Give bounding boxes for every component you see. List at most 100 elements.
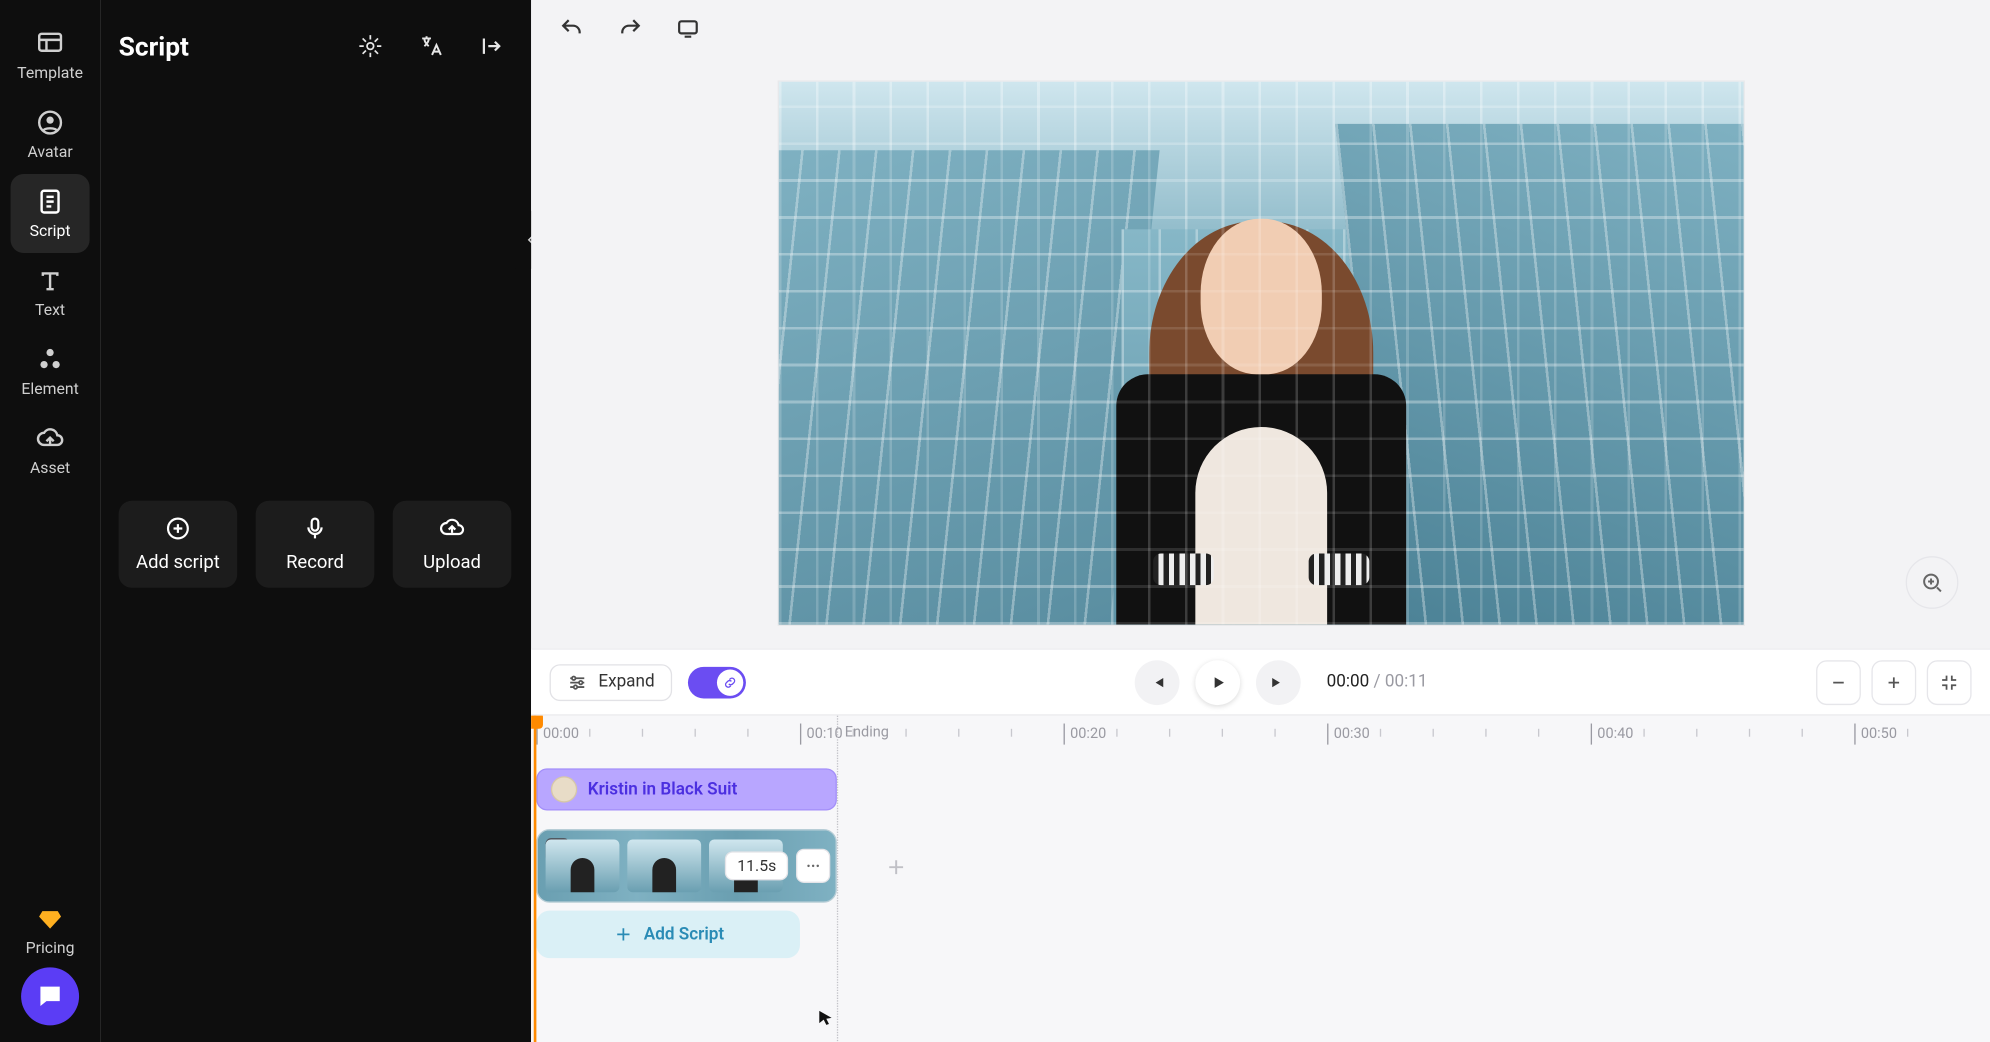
timeline-lanes: Kristin in Black Suit 1 11.5s bbox=[531, 768, 1990, 1042]
preview-canvas[interactable] bbox=[778, 82, 1743, 625]
skip-back-icon bbox=[1147, 673, 1165, 691]
collapse-right-icon bbox=[478, 33, 504, 59]
rail-item-template[interactable]: Template bbox=[11, 16, 90, 95]
redo-button[interactable] bbox=[608, 7, 653, 52]
action-label: Upload bbox=[423, 552, 481, 573]
rail-label: Asset bbox=[30, 459, 70, 477]
main-area: Expand 00:00 / 00:1 bbox=[531, 0, 1990, 1042]
avatar-figure bbox=[1089, 150, 1432, 624]
ruler-subtick bbox=[1274, 729, 1275, 737]
expand-label: Expand bbox=[598, 672, 654, 692]
zoom-out-button[interactable] bbox=[1816, 660, 1861, 705]
ruler-subtick bbox=[1538, 729, 1539, 737]
text-icon bbox=[36, 266, 65, 295]
link-toggle[interactable] bbox=[688, 666, 746, 698]
skip-forward-icon bbox=[1269, 673, 1287, 691]
redo-icon bbox=[617, 16, 643, 42]
ruler-tick: 00:20 bbox=[1064, 724, 1107, 745]
mic-icon bbox=[302, 515, 328, 541]
add-script-label: Add Script bbox=[644, 925, 724, 945]
ruler-subtick bbox=[1116, 729, 1117, 737]
rail-item-script[interactable]: Script bbox=[11, 174, 90, 253]
zoom-in-button[interactable] bbox=[1871, 660, 1916, 705]
rail-item-asset[interactable]: Asset bbox=[11, 411, 90, 490]
undo-button[interactable] bbox=[550, 7, 595, 52]
cursor-icon bbox=[816, 1008, 837, 1029]
element-icon bbox=[36, 345, 65, 374]
ruler-subtick bbox=[1696, 729, 1697, 737]
chat-button[interactable] bbox=[21, 967, 79, 1025]
canvas-wrap bbox=[531, 58, 1990, 648]
link-icon bbox=[722, 674, 738, 690]
scene-duration: 11.5s bbox=[725, 851, 788, 880]
rail-item-avatar[interactable]: Avatar bbox=[11, 95, 90, 174]
ruler-subtick bbox=[1643, 729, 1644, 737]
topbar bbox=[531, 0, 1990, 58]
timecode: 00:00 / 00:11 bbox=[1327, 672, 1428, 692]
rail-label: Template bbox=[17, 63, 83, 81]
ruler-subtick bbox=[747, 729, 748, 737]
ruler-subtick bbox=[1222, 729, 1223, 737]
more-icon bbox=[804, 857, 822, 875]
record-card[interactable]: Record bbox=[256, 501, 375, 588]
ruler-subtick bbox=[1433, 729, 1434, 737]
add-script-button[interactable]: Add Script bbox=[536, 911, 800, 958]
asset-icon bbox=[36, 424, 65, 453]
ruler-tick: 00:30 bbox=[1327, 724, 1370, 745]
plus-icon bbox=[884, 855, 908, 879]
prev-button[interactable] bbox=[1134, 660, 1179, 705]
add-scene-plus[interactable] bbox=[876, 847, 916, 887]
timeline-ruler[interactable]: 00:0000:1000:2000:3000:4000:50Ending bbox=[531, 716, 1990, 753]
ruler-tick: 00:50 bbox=[1854, 724, 1897, 745]
ai-button[interactable] bbox=[349, 25, 391, 67]
ruler-subtick bbox=[958, 729, 959, 737]
ruler-subtick bbox=[1169, 729, 1170, 737]
transport-controls: 00:00 / 00:11 bbox=[1134, 660, 1427, 705]
rail-label: Text bbox=[35, 300, 65, 318]
rail-label: Script bbox=[30, 221, 71, 239]
ending-label: Ending bbox=[845, 724, 889, 741]
bg-building bbox=[778, 150, 1159, 624]
scene-more-button[interactable] bbox=[796, 849, 830, 883]
toggle-knob bbox=[717, 669, 743, 695]
playhead[interactable] bbox=[534, 716, 537, 1042]
next-button[interactable] bbox=[1255, 660, 1300, 705]
avatar-clip[interactable]: Kristin in Black Suit bbox=[536, 768, 836, 810]
avatar-icon bbox=[36, 108, 65, 137]
scene-thumb bbox=[627, 840, 701, 893]
fit-button[interactable] bbox=[1927, 660, 1972, 705]
left-rail: Template Avatar Script Text Element Asse… bbox=[0, 0, 100, 1042]
upload-icon bbox=[439, 515, 465, 541]
current-time: 00:00 bbox=[1327, 672, 1370, 692]
avatar-thumb bbox=[551, 776, 577, 802]
ai-icon bbox=[357, 33, 383, 59]
script-icon bbox=[36, 187, 65, 216]
play-button[interactable] bbox=[1195, 660, 1240, 705]
action-label: Add script bbox=[136, 552, 220, 573]
action-label: Record bbox=[286, 552, 344, 573]
add-script-card[interactable]: Add script bbox=[119, 501, 238, 588]
expand-button[interactable]: Expand bbox=[550, 664, 672, 701]
rail-item-text[interactable]: Text bbox=[11, 253, 90, 332]
bg-building bbox=[1334, 124, 1743, 625]
ruler-subtick bbox=[905, 729, 906, 737]
play-icon bbox=[1208, 673, 1226, 691]
device-icon bbox=[675, 16, 701, 42]
ruler-subtick bbox=[1802, 729, 1803, 737]
ruler-subtick bbox=[1485, 729, 1486, 737]
rail-item-element[interactable]: Element bbox=[11, 332, 90, 411]
timeline[interactable]: 00:0000:1000:2000:3000:4000:50Ending Kri… bbox=[531, 714, 1990, 1042]
ruler-tick: 00:40 bbox=[1591, 724, 1634, 745]
upload-card[interactable]: Upload bbox=[393, 501, 512, 588]
rail-pricing[interactable]: Pricing bbox=[26, 907, 75, 968]
device-frame-button[interactable] bbox=[666, 7, 711, 52]
avatar-clip-label: Kristin in Black Suit bbox=[588, 780, 738, 800]
ruler-subtick bbox=[1749, 729, 1750, 737]
script-panel: Script Add script Record bbox=[100, 0, 531, 1042]
player-bar: Expand 00:00 / 00:1 bbox=[531, 648, 1990, 714]
sliders-icon bbox=[567, 671, 588, 692]
scene-clip[interactable]: 1 11.5s bbox=[536, 829, 836, 903]
width-toggle-button[interactable] bbox=[470, 25, 512, 67]
translate-button[interactable] bbox=[410, 25, 452, 67]
zoom-fit-button[interactable] bbox=[1906, 556, 1959, 609]
